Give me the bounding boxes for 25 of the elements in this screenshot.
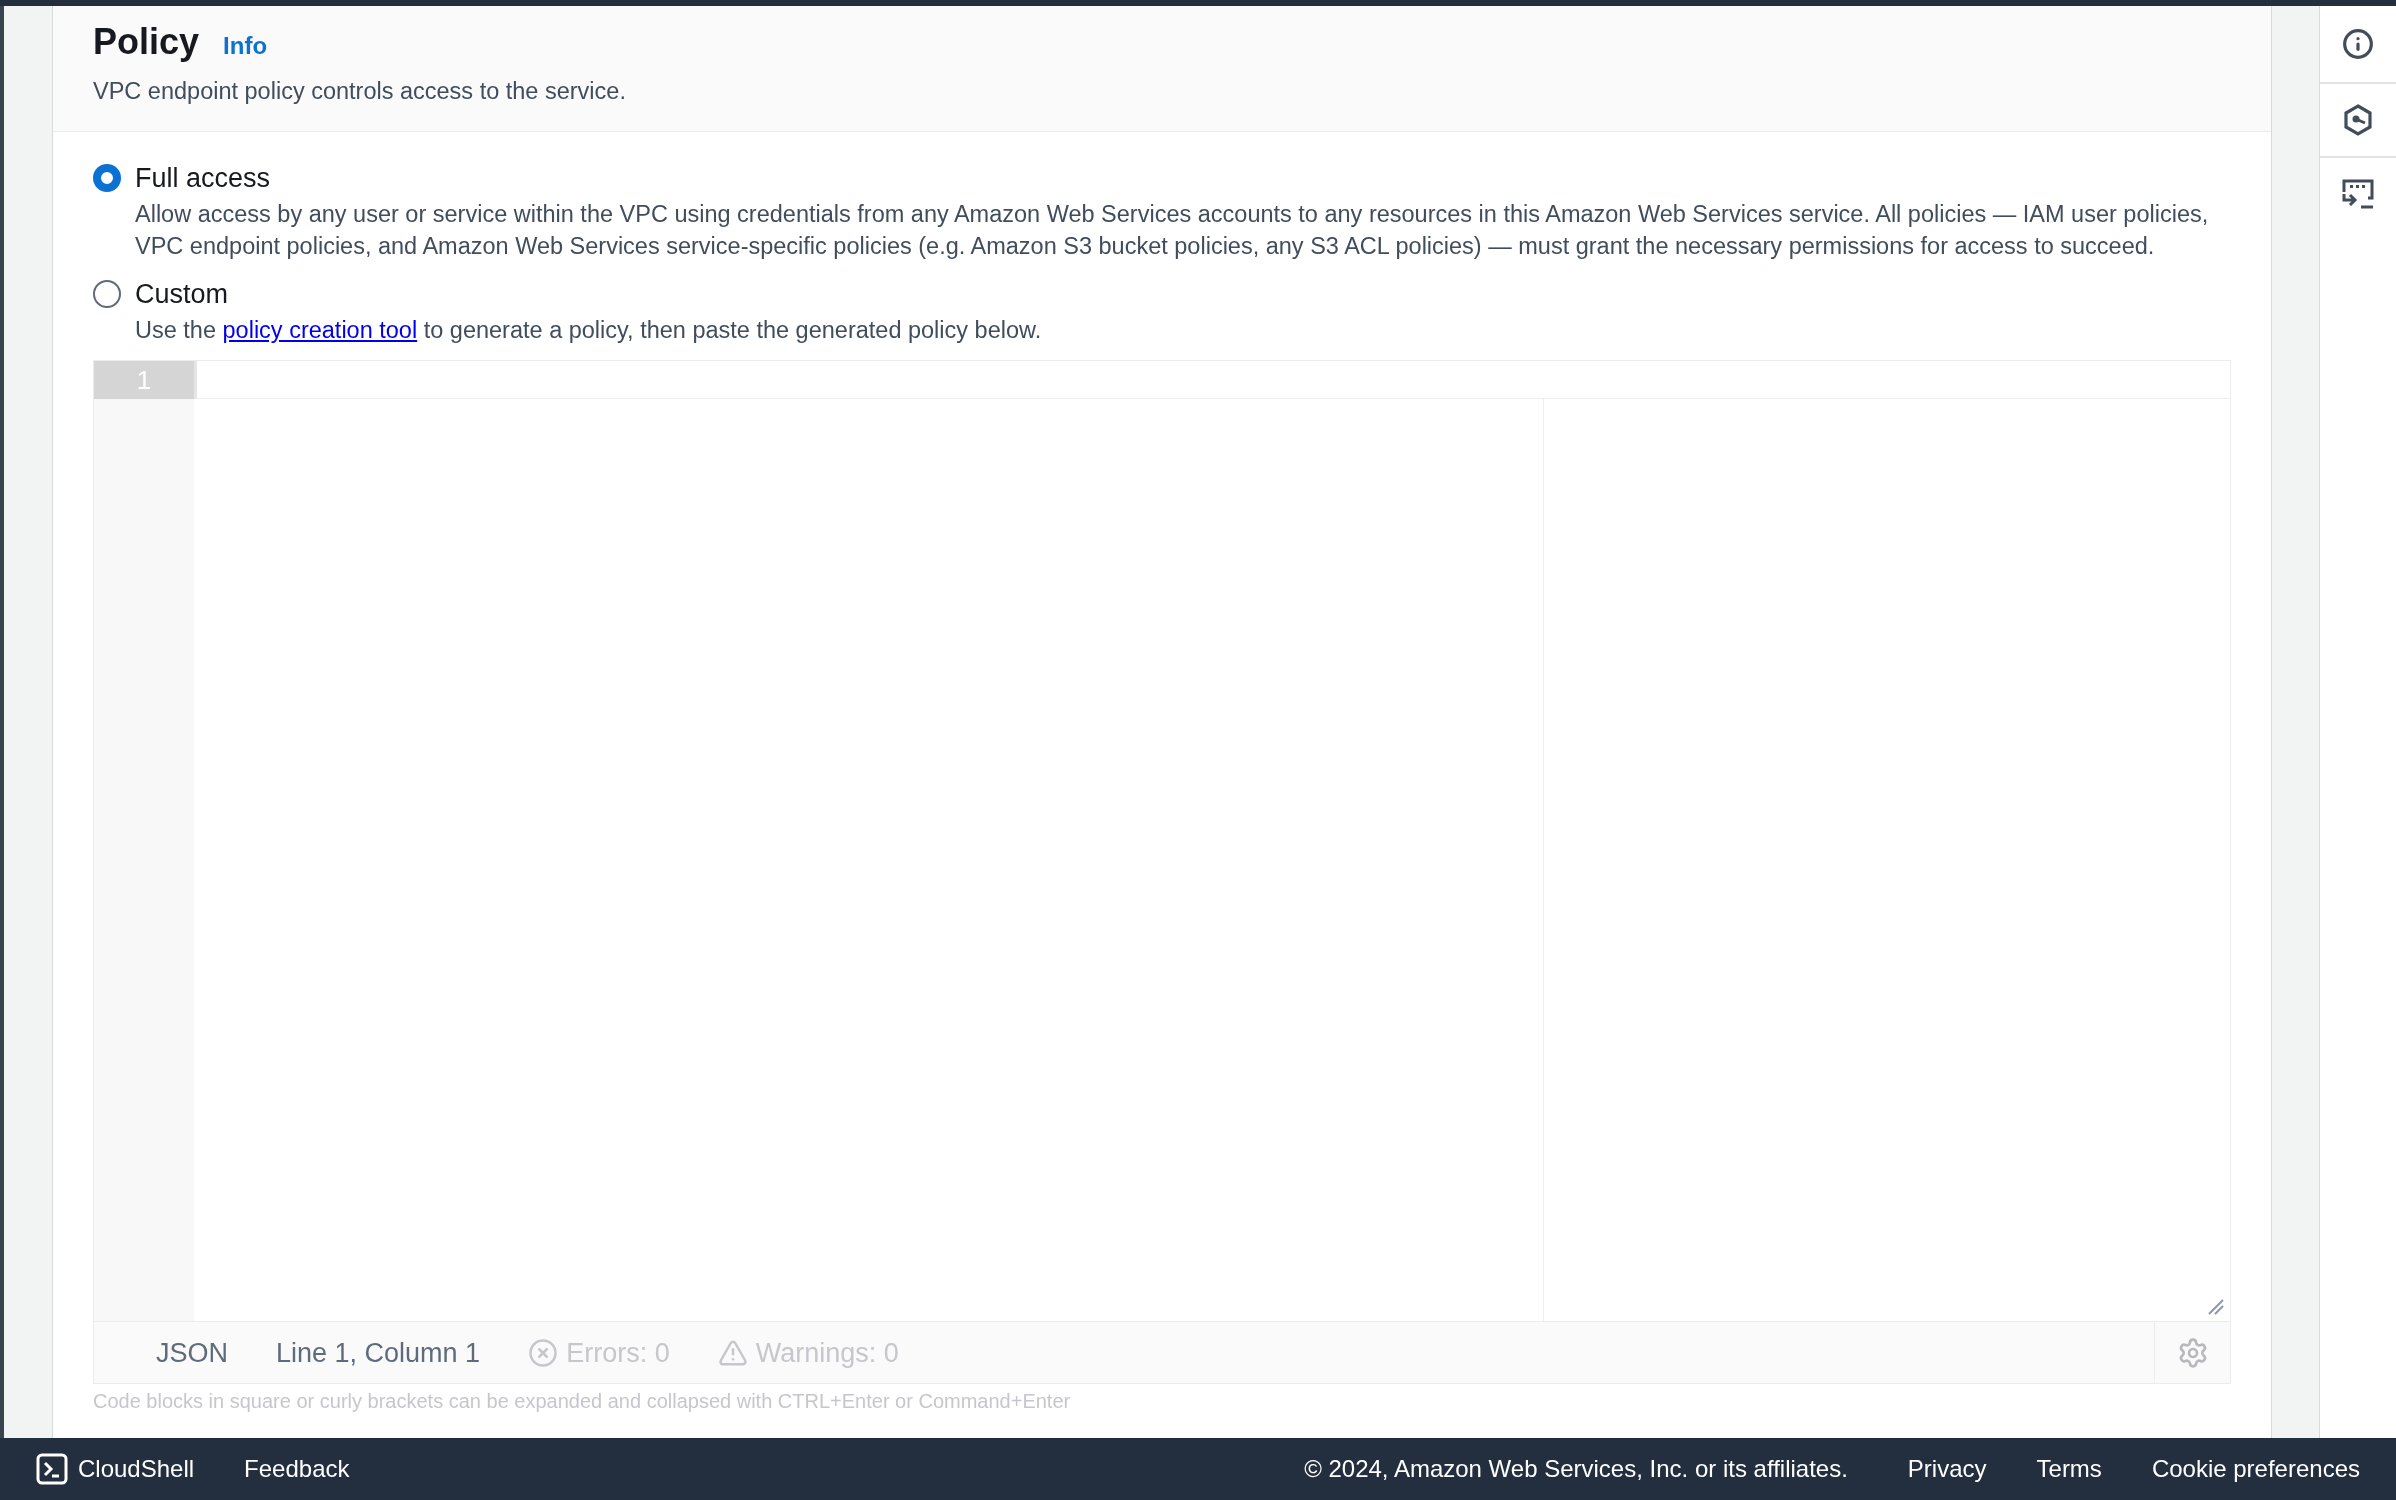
terminal-screen-icon[interactable] — [2341, 178, 2375, 212]
radio-button[interactable] — [93, 164, 121, 193]
option-description: Use the policy creation tool to generate a policy, then paste the generated policy below. — [134, 316, 1043, 346]
footer-link[interactable]: Privacy — [1907, 1451, 1987, 1487]
section-title: Policy — [93, 20, 200, 64]
option-label: Full access — [135, 162, 271, 196]
option-description: Allow access by any user or service within the VPC using credentials from any Amazon Web Services accounts to any resources in this Amazon Web Services service. All policies — IAM user policies, VPC endpoint policies, and Amazon Web Services service-specific policies (e.g. Amazon S3 bucket policies, any S3 ACL policies) — must grant the necessary permissions for access to succeed. — [134, 200, 2210, 262]
cloudshell-link[interactable]: CloudShell — [78, 1451, 195, 1487]
terminal-icon[interactable] — [36, 1453, 68, 1485]
radio-button[interactable] — [93, 280, 121, 309]
option-label: Custom — [135, 278, 229, 312]
footer-link[interactable]: Cookie preferences — [2151, 1451, 2360, 1487]
resize-grip-icon[interactable] — [2206, 1297, 2224, 1316]
cursor-position: Line 1, Column 1 — [276, 1336, 481, 1370]
policy-tool-link[interactable]: policy creation tool — [222, 317, 418, 344]
copyright-text: © 2024, Amazon Web Services, Inc. or its affiliates. — [1304, 1454, 1848, 1484]
footer-link[interactable]: Terms — [2036, 1451, 2102, 1487]
info-link[interactable]: Info — [223, 28, 268, 64]
editor-hint: Code blocks in square or curly brackets can be expanded and collapsed with CTRL+Enter or Command+Enter — [93, 1389, 1072, 1415]
section-description: VPC endpoint policy controls access to the service. — [93, 77, 627, 106]
info-icon[interactable] — [2342, 28, 2374, 60]
feedback-link[interactable]: Feedback — [244, 1451, 350, 1487]
hexagon-icon[interactable] — [2343, 104, 2373, 136]
editor-mode: JSON — [156, 1336, 228, 1370]
error-icon — [528, 1337, 559, 1368]
